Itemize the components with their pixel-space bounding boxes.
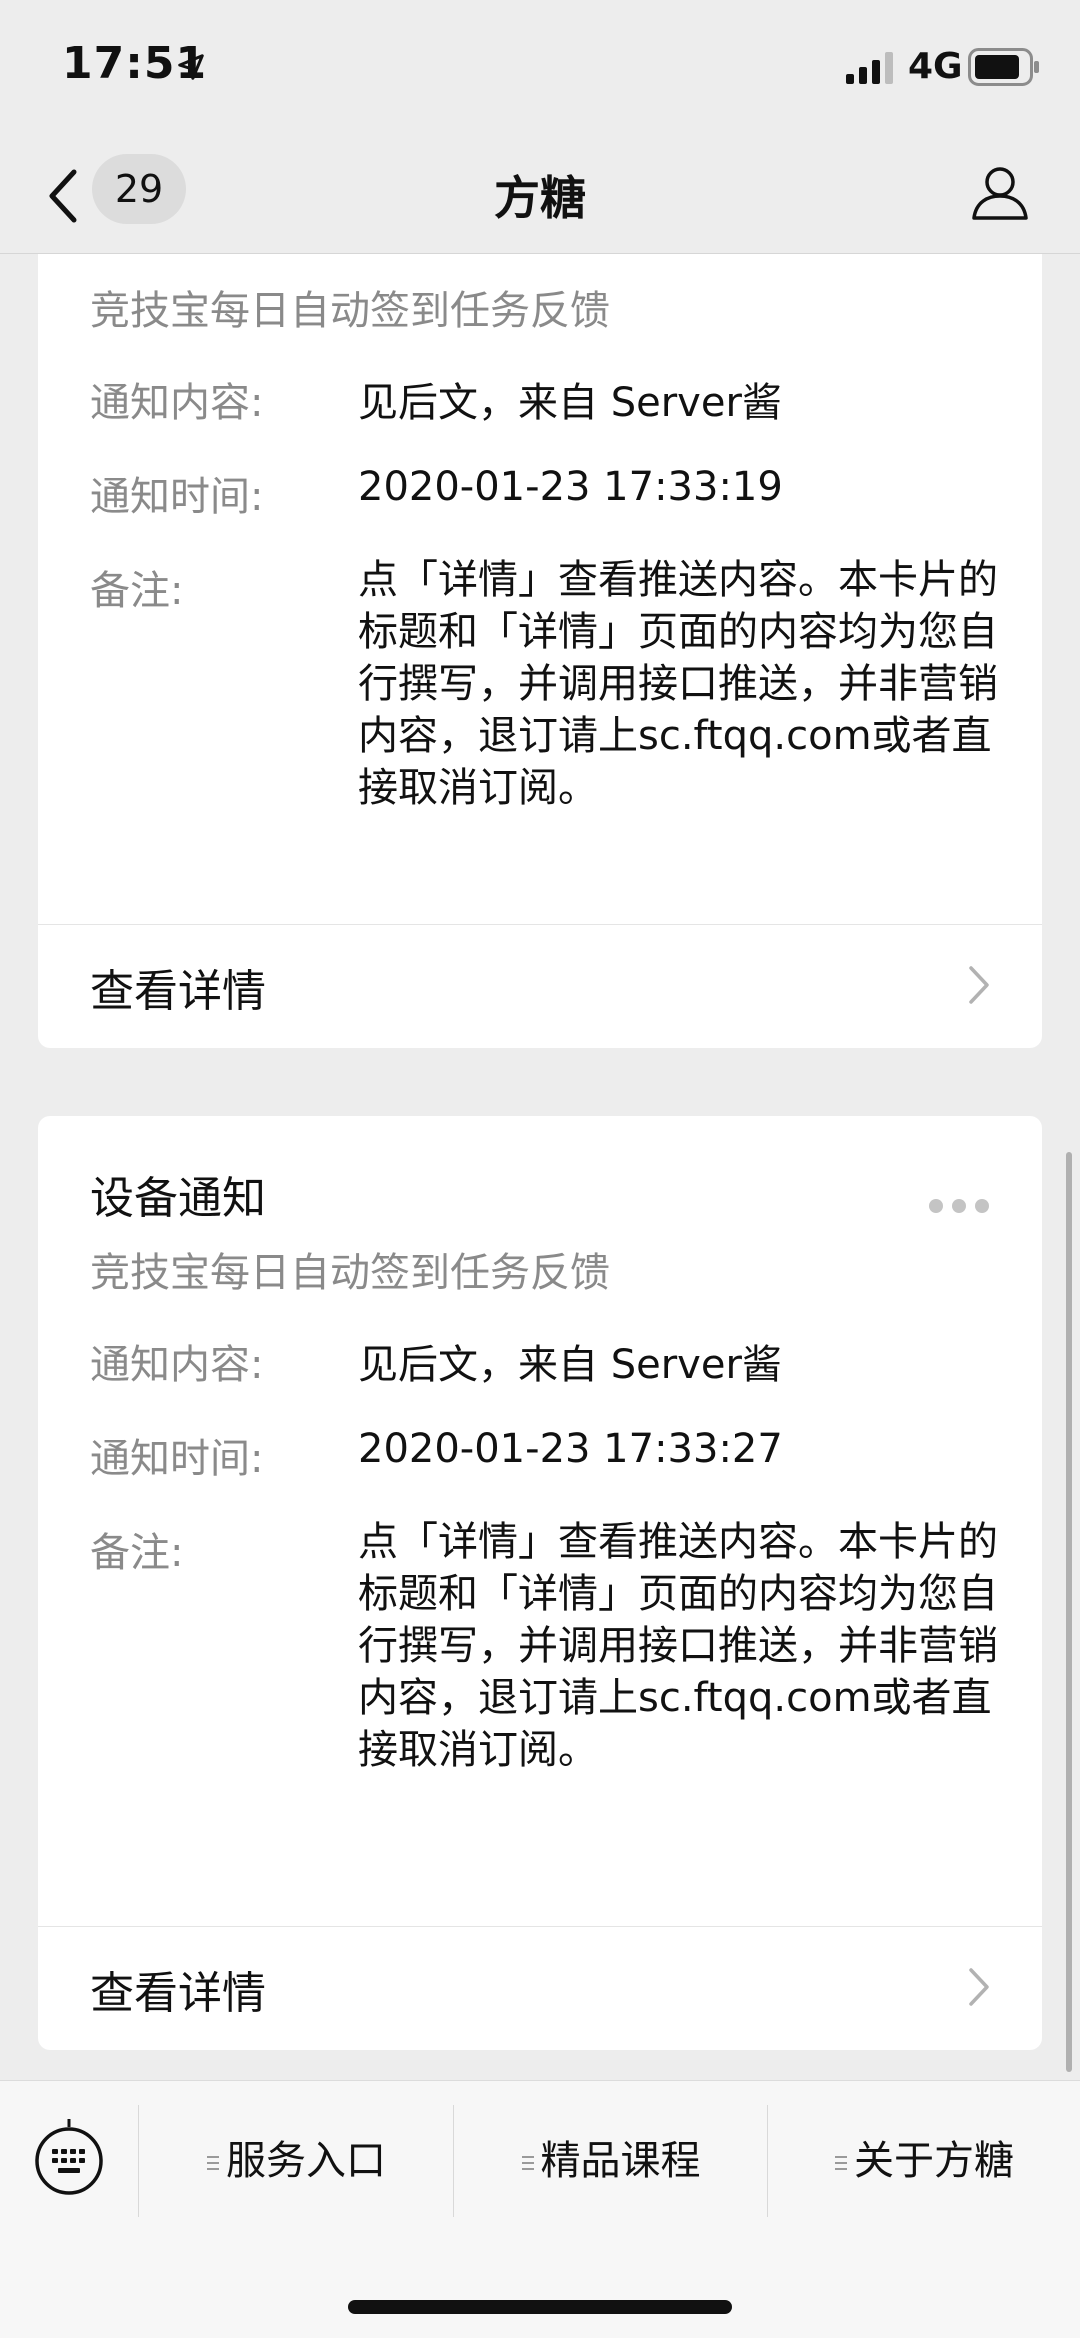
time-value: 2020-01-23 17:33:19 [358,464,783,510]
content-value: 见后文，来自 Server酱 [358,380,782,426]
card-title: 设备通知 [90,1173,266,1224]
keyboard-icon[interactable] [34,2117,104,2199]
remark-label: 备注: [90,568,184,614]
notification-card: 竞技宝每日自动签到任务反馈 通知内容: 见后文，来自 Server酱 通知时间:… [38,254,1042,1048]
menu-item-services[interactable]: 服务入口 [139,2111,453,2211]
battery-icon [968,48,1039,86]
view-details-label: 查看详情 [90,1968,266,2019]
view-details-link[interactable]: 查看详情 [38,1927,1042,2049]
card-subtitle: 竞技宝每日自动签到任务反馈 [90,288,610,334]
view-details-label: 查看详情 [90,966,266,1017]
remark-label: 备注: [90,1530,184,1576]
menu-lines-icon [835,2156,847,2170]
nav-bar: 29 方糖 [0,140,1080,254]
notification-card: 设备通知 竞技宝每日自动签到任务反馈 通知内容: 见后文，来自 Server酱 … [38,1116,1042,2050]
content-label: 通知内容: [90,380,264,426]
more-dots-icon[interactable] [928,1198,990,1214]
chevron-right-icon [969,966,989,1004]
menu-item-courses[interactable]: 精品课程 [454,2111,767,2211]
card-subtitle: 竞技宝每日自动签到任务反馈 [90,1250,610,1296]
menu-item-label: 关于方糖 [854,2138,1014,2184]
person-icon[interactable] [970,162,1030,222]
view-details-link[interactable]: 查看详情 [38,925,1042,1047]
menu-lines-icon [521,2156,534,2170]
message-list[interactable]: 竞技宝每日自动签到任务反馈 通知内容: 见后文，来自 Server酱 通知时间:… [0,254,1080,2080]
time-label: 通知时间: [90,474,264,520]
scrollbar[interactable] [1066,1152,1072,2072]
menu-lines-icon [207,2156,219,2170]
time-value: 2020-01-23 17:33:27 [358,1426,783,1472]
remark-value: 点「详情」查看推送内容。本卡片的标题和「详情」页面的内容均为您自行撰写，并调用接… [358,1519,998,1773]
chevron-right-icon [969,1968,989,2006]
status-bar: 17:51 4G [0,0,1080,140]
content-label: 通知内容: [90,1342,264,1388]
menu-item-about[interactable]: 关于方糖 [768,2111,1080,2211]
menu-item-label: 精品课程 [540,2138,701,2184]
page-title: 方糖 [494,171,586,225]
time-label: 通知时间: [90,1436,264,1482]
location-arrow-icon [178,54,204,80]
content-value: 见后文，来自 Server酱 [358,1342,782,1388]
network-label: 4G [908,46,963,87]
signal-bars-icon [846,52,893,84]
remark-value: 点「详情」查看推送内容。本卡片的标题和「详情」页面的内容均为您自行撰写，并调用接… [358,557,998,811]
menu-item-label: 服务入口 [226,2138,386,2184]
home-indicator[interactable] [348,2300,732,2314]
